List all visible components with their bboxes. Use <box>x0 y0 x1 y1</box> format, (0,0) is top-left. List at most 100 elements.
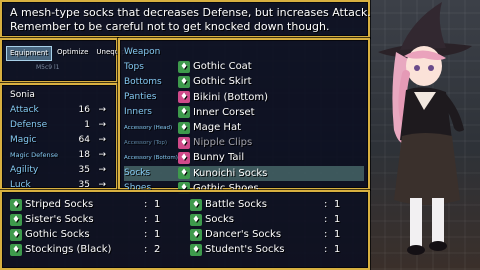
status-window: Sonia Attack 16 → Defense 1 → Magic 64 → Magic De… <box>0 83 118 190</box>
stat-value: 18 <box>78 149 90 160</box>
socks-icon: ♦ <box>190 228 202 241</box>
slot-item: ♦ Inner Corset <box>178 106 255 119</box>
help-line-1: A mesh-type socks that decreases Defense… <box>10 6 371 19</box>
slot-row-accessory-top[interactable]: Accessory (Top) ♦ Nipple Clips <box>124 135 364 150</box>
stat-label: Magic Defense <box>10 150 58 159</box>
armor-icon: ♦ <box>178 167 190 180</box>
witch-hat-cone <box>400 2 446 50</box>
item-list-row[interactable]: ♦ Stockings (Black):2 <box>10 242 180 257</box>
item-count-separator: : <box>144 199 148 210</box>
stat-label: Luck <box>10 179 31 190</box>
slot-row-accessory-bottom[interactable]: Accessory (Bottom) ♦ Bunny Tail <box>124 150 364 165</box>
item-count-separator: : <box>324 199 328 210</box>
armor-icon: ♦ <box>178 75 190 88</box>
optimize-command[interactable]: Optimize <box>54 46 91 61</box>
socks-icon: ♦ <box>10 228 22 241</box>
socks-icon: ♦ <box>10 213 22 226</box>
slot-row-socks[interactable]: Socks ♦ Kunoichi Socks <box>124 165 364 181</box>
item-name: Stockings (Black) <box>25 244 112 255</box>
item-name: Dancer's Socks <box>205 229 282 240</box>
stat-row: Magic 64 → <box>10 132 108 147</box>
slot-item: ♦ Nipple Clips <box>178 136 252 149</box>
slot-label: Socks <box>124 168 151 179</box>
item-list-row[interactable]: ♦ Striped Socks:1 <box>10 197 180 212</box>
equip-slot-window: Weapon Tops ♦ Gothic Coat Bottoms ♦ Gothic Ski… <box>118 38 370 195</box>
right-eye <box>428 65 434 71</box>
item-count: 2 <box>154 244 161 255</box>
slot-row-panties[interactable]: Panties ♦ Bikini (Bottom) <box>124 90 364 105</box>
slot-item-name: Kunoichi Socks <box>193 167 268 179</box>
stat-value: 35 <box>78 179 90 190</box>
help-window: A mesh-type socks that decreases Defense… <box>0 0 371 38</box>
slot-item-name: Gothic Skirt <box>193 76 252 88</box>
item-count-separator: : <box>324 244 328 255</box>
help-line-2: Remember to be careful not to get knocke… <box>10 20 330 33</box>
stat-row: Magic Defense 18 → <box>10 147 108 162</box>
item-list-row[interactable]: ♦ Socks:1 <box>190 212 360 227</box>
slot-row-inners[interactable]: Inners ♦ Inner Corset <box>124 105 364 120</box>
command-window: Equipment Optimize Unequip All M5c9 l1 <box>0 38 136 83</box>
item-count-separator: : <box>144 229 148 240</box>
left-leg <box>410 198 422 248</box>
right-arrow-icon: → <box>98 164 106 175</box>
slot-item: ♦ Gothic Skirt <box>178 75 252 88</box>
character-portrait <box>378 2 472 255</box>
slot-label: Panties <box>124 92 157 103</box>
stat-value: 35 <box>78 164 90 175</box>
skirt <box>394 133 460 205</box>
equipment-command[interactable]: Equipment <box>6 46 52 61</box>
item-list-row[interactable]: ♦ Sister's Socks:1 <box>10 212 180 227</box>
socks-icon: ♦ <box>190 198 202 211</box>
right-arrow-icon: → <box>98 119 106 130</box>
item-list-row[interactable]: ♦ Dancer's Socks:1 <box>190 227 360 242</box>
slot-label: Accessory (Top) <box>124 139 168 146</box>
slot-item-name: Mage Hat <box>193 122 242 134</box>
item-count: 1 <box>154 229 161 240</box>
stat-value: 16 <box>78 104 90 115</box>
item-name: Striped Socks <box>25 199 94 210</box>
left-eye <box>414 65 420 71</box>
slot-label: Accessory (Head) <box>124 124 173 131</box>
slot-row-accessory-head[interactable]: Accessory (Head) ♦ Mage Hat <box>124 120 364 135</box>
item-list-row[interactable]: ♦ Gothic Socks:1 <box>10 227 180 242</box>
command-subtext: M5c9 l1 <box>36 64 60 71</box>
slot-item: ♦ Bikini (Bottom) <box>178 91 268 104</box>
item-list-row[interactable]: ♦ Battle Socks:1 <box>190 197 360 212</box>
right-arrow-icon: → <box>98 149 106 160</box>
slot-row-weapon[interactable]: Weapon <box>124 44 364 59</box>
actor-name: Sonia <box>10 90 35 100</box>
stat-row: Agility 35 → <box>10 162 108 177</box>
slot-item: ♦ Bunny Tail <box>178 151 245 164</box>
slot-item-name: Inner Corset <box>193 106 255 118</box>
slot-item-name: Bunny Tail <box>193 152 245 164</box>
item-name: Sister's Socks <box>25 214 94 225</box>
right-shoe <box>429 241 447 251</box>
slot-item: ♦ Kunoichi Socks <box>178 167 268 180</box>
item-count: 1 <box>334 199 341 210</box>
item-count-separator: : <box>144 244 148 255</box>
command-row: Equipment Optimize Unequip All <box>6 46 136 61</box>
lewd-equip-icon: ♦ <box>178 151 190 164</box>
item-list-row[interactable]: ♦ Student's Socks:1 <box>190 242 360 257</box>
stat-value: 64 <box>78 134 90 145</box>
right-leg <box>432 198 444 248</box>
slot-row-tops[interactable]: Tops ♦ Gothic Coat <box>124 59 364 74</box>
stat-list: Attack 16 → Defense 1 → Magic 64 → Magic Defense 1… <box>10 102 108 192</box>
item-column-right: ♦ Battle Socks:1 ♦ Socks:1 ♦ Dancer's Socks:1… <box>190 197 360 263</box>
armor-icon: ♦ <box>178 60 190 73</box>
item-name: Gothic Socks <box>25 229 90 240</box>
stat-value: 1 <box>84 119 90 130</box>
socks-icon: ♦ <box>190 243 202 256</box>
slot-label: Inners <box>124 107 152 118</box>
item-name: Socks <box>205 214 234 225</box>
armor-icon: ♦ <box>178 121 190 134</box>
slot-row-bottoms[interactable]: Bottoms ♦ Gothic Skirt <box>124 74 364 89</box>
item-name: Student's Socks <box>205 244 285 255</box>
slot-item-name: Gothic Coat <box>193 61 252 73</box>
right-arrow-icon: → <box>98 179 106 190</box>
stat-label: Magic <box>10 134 37 145</box>
item-count-separator: : <box>324 214 328 225</box>
slot-item: ♦ Mage Hat <box>178 121 242 134</box>
slot-label: Accessory (Bottom) <box>124 154 178 161</box>
item-window: ♦ Striped Socks:1 ♦ Sister's Socks:1 ♦ Gothic… <box>0 190 370 270</box>
